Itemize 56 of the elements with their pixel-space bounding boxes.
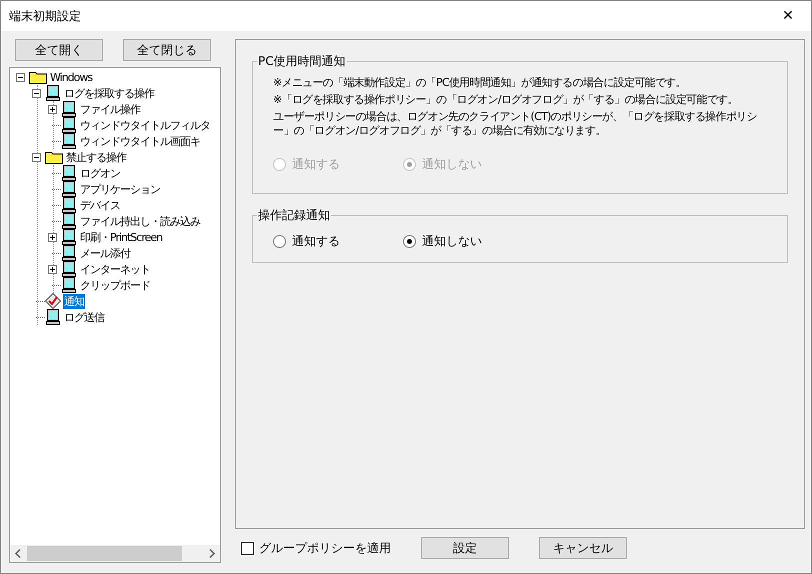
checkmark-diamond-icon — [45, 293, 61, 309]
radio-label[interactable]: 通知しない — [422, 232, 482, 250]
close-button[interactable]: ✕ — [765, 1, 811, 31]
note-text: ※メニューの「端末動作設定」の「PC使用時間通知」が通知するの場合に設定可能です。 — [273, 76, 687, 90]
collapse-toggle[interactable] — [16, 72, 24, 82]
computer-icon — [61, 165, 77, 181]
tree-item[interactable]: メール添付 — [79, 246, 131, 260]
tree-item[interactable]: ウィンドウタイトル画面キ — [79, 134, 201, 148]
folder-icon — [29, 70, 47, 84]
tree-item[interactable]: 禁止する操作 — [65, 150, 127, 164]
group-policy-checkbox[interactable]: グループポリシーを適用 — [241, 539, 421, 557]
expand-toggle[interactable] — [48, 104, 56, 114]
tree-item[interactable]: インターネット — [79, 262, 151, 276]
note-text: ユーザーポリシーの場合は、ログオン先のクライアント(CT)のポリシーが、「ログを採取する操作ポリシー」の「ログオン/ログオフログ」が「する」の場合に有効になります。 — [273, 110, 758, 138]
tree-item[interactable]: ログを採取する操作 — [63, 86, 155, 100]
window-title: 端末初期設定 — [9, 8, 81, 25]
computer-icon — [61, 101, 77, 117]
computer-icon — [61, 245, 77, 261]
tree-item[interactable]: アプリケーション — [79, 182, 161, 196]
folder-icon — [45, 150, 63, 164]
horizontal-scrollbar[interactable] — [10, 545, 220, 562]
computer-icon — [61, 277, 77, 293]
computer-icon — [45, 309, 61, 325]
dialog-button[interactable]: キャンセル — [539, 537, 627, 559]
expand-toggle[interactable] — [48, 232, 56, 242]
scroll-thumb[interactable] — [27, 546, 182, 561]
tree-item[interactable]: ログ送信 — [63, 310, 105, 324]
dialog-button[interactable]: 設定 — [421, 537, 509, 559]
tree-item[interactable]: ファイル持出し・読み込み — [79, 214, 201, 228]
computer-icon — [45, 85, 61, 101]
tree-item[interactable]: 通知 — [63, 294, 85, 308]
tree-item[interactable]: 印刷・PrintScreen — [79, 230, 164, 244]
collapse-toggle[interactable] — [32, 152, 40, 162]
tree-item[interactable]: クリップボード — [79, 278, 151, 292]
computer-icon — [61, 213, 77, 229]
tree-button[interactable]: 全て閉じる — [123, 39, 211, 61]
computer-icon — [61, 181, 77, 197]
tree-item[interactable]: Windows — [49, 70, 94, 84]
tree-item[interactable]: ファイル操作 — [79, 102, 141, 116]
radio-button[interactable] — [403, 234, 416, 248]
note-text: ※「ログを採取する操作ポリシー」の「ログオン/ログオフログ」が「する」の場合に設定可能です。 — [273, 93, 739, 107]
computer-icon — [61, 133, 77, 149]
computer-icon — [61, 261, 77, 277]
radio-button[interactable] — [273, 234, 286, 248]
tree-button[interactable]: 全て開く — [15, 39, 103, 61]
computer-icon — [61, 229, 77, 245]
radio-label[interactable]: 通知する — [292, 232, 340, 250]
tree-item[interactable]: デバイス — [79, 198, 121, 212]
tree-item[interactable]: ウィンドウタイトルフィルタ — [79, 118, 211, 132]
computer-icon — [61, 197, 77, 213]
tree-item[interactable]: ログオン — [79, 166, 121, 180]
expand-toggle[interactable] — [48, 264, 56, 274]
collapse-toggle[interactable] — [32, 88, 40, 98]
group-title: 操作記録通知 — [257, 207, 331, 224]
group-title: PC使用時間通知 — [257, 53, 347, 70]
computer-icon — [61, 117, 77, 133]
